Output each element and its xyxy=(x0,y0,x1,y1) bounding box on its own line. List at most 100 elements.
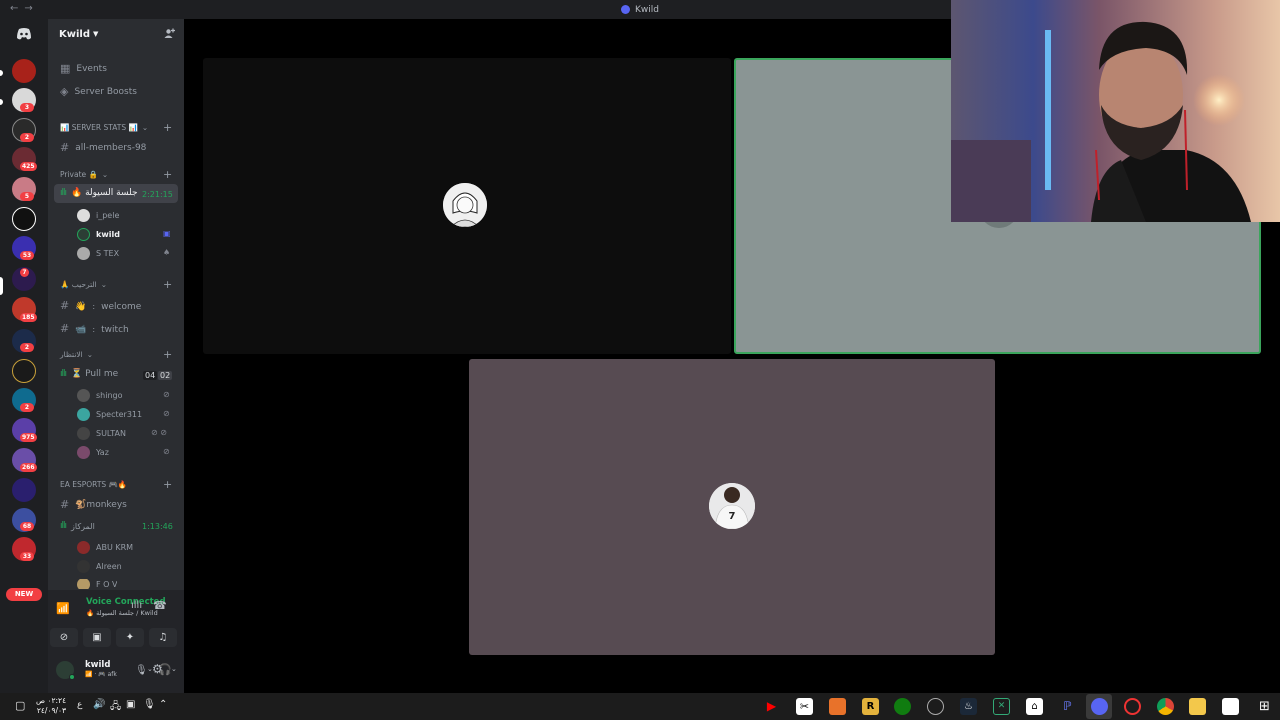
voice-channel-private[interactable]: ıllı 🔥 جلسة السيولة xyxy=(60,188,138,198)
participant-tile[interactable]: 7 xyxy=(469,359,995,655)
participant-avatar xyxy=(443,183,487,227)
server-rail: 3 2 425 5 53 7 185 2 2 975 266 68 33 NEW xyxy=(0,19,48,693)
add-channel-icon[interactable]: + xyxy=(163,478,172,491)
new-pill[interactable]: NEW xyxy=(6,588,42,601)
server-icon[interactable] xyxy=(12,359,36,383)
channel-label: المركاز xyxy=(71,521,95,531)
vlc-icon[interactable] xyxy=(829,698,846,715)
disconnect-icon[interactable]: ☎ xyxy=(153,599,167,612)
steam-icon[interactable]: ♨ xyxy=(960,698,977,715)
xbox-icon[interactable] xyxy=(894,698,911,715)
store-icon[interactable] xyxy=(1222,698,1239,715)
voice-channel-center[interactable]: ıllı المركاز xyxy=(60,521,95,531)
windows-start-icon[interactable]: ⊞ xyxy=(1256,698,1273,715)
server-icon[interactable] xyxy=(12,207,36,231)
language-indicator[interactable]: ع xyxy=(77,700,82,710)
svg-text:7: 7 xyxy=(729,511,736,522)
obs-icon[interactable] xyxy=(1124,698,1141,715)
unread-pip xyxy=(0,70,3,76)
voice-member[interactable]: shingo xyxy=(77,389,123,402)
voice-channel-pull[interactable]: ıllı ⏳ Pull me xyxy=(60,369,118,379)
voice-channel-icon: ıllı xyxy=(60,369,67,379)
server-header[interactable]: Kwild ▼ xyxy=(48,19,184,49)
activities-button[interactable]: ✦ xyxy=(116,628,144,647)
volume-icon[interactable]: 🔊 xyxy=(93,699,105,710)
category-welcome[interactable]: 🙏 الترحيب ⌄ xyxy=(60,280,107,289)
chevron-up-icon[interactable]: ⌃ xyxy=(159,699,167,710)
playstation-icon[interactable]: ℙ xyxy=(1059,698,1076,715)
member-name: Specter311 xyxy=(96,410,143,419)
channel-server-boosts[interactable]: ◈ Server Boosts xyxy=(60,85,137,98)
voice-channel-icon: ıllı xyxy=(60,521,67,531)
channel-welcome[interactable]: # 👋 ﹕ welcome xyxy=(60,299,141,312)
excel-icon[interactable]: ✕ xyxy=(993,698,1010,715)
voice-member[interactable]: S TEX xyxy=(77,247,119,260)
voice-member[interactable]: Yaz xyxy=(77,446,109,459)
category-ea-esports[interactable]: EA ESPORTS 🎮🔥 xyxy=(60,480,127,489)
file-explorer-icon[interactable] xyxy=(1189,698,1206,715)
voice-location[interactable]: 🔥 جلسة السيولة / Kwild xyxy=(86,609,158,617)
member-name: F O V xyxy=(96,579,118,589)
nav-arrows[interactable]: ←→ xyxy=(10,3,39,14)
notifications-icon[interactable]: ▢ xyxy=(15,699,25,712)
add-channel-icon[interactable]: + xyxy=(163,121,172,134)
clock[interactable]: ٠٢:٢٤ ص ٢٤/٠٩/٠٣ xyxy=(36,696,66,716)
member-name: ABU KRM xyxy=(96,543,134,552)
media-player-icon[interactable] xyxy=(927,698,944,715)
channel-monkeys[interactable]: # 🐒monkeys xyxy=(60,498,127,511)
discord-icon[interactable] xyxy=(1091,698,1108,715)
voice-timer: 1:13:46 xyxy=(142,522,173,531)
display-icon[interactable]: ▣ xyxy=(126,699,135,710)
voice-timer: 2:21:15 xyxy=(142,190,173,199)
voice-member[interactable]: i_pele xyxy=(77,209,119,222)
camera-off-button[interactable]: ⊘ xyxy=(50,628,78,647)
member-name: Alreen xyxy=(96,562,122,571)
forward-arrow-icon[interactable]: → xyxy=(24,3,38,14)
chrome-icon[interactable] xyxy=(1157,698,1174,715)
channel-label: 🐒monkeys xyxy=(75,499,127,510)
discord-home-icon[interactable] xyxy=(12,25,36,43)
mention-badge: 266 xyxy=(20,463,37,472)
soundboard-button[interactable]: ♫ xyxy=(149,628,177,647)
username[interactable]: kwild xyxy=(85,660,110,670)
category-wait[interactable]: الانتظار ⌄ xyxy=(60,350,93,359)
muted-mic-icon: ⊘ xyxy=(163,390,170,399)
server-icon[interactable] xyxy=(12,478,36,502)
add-channel-icon[interactable]: + xyxy=(163,348,172,361)
category-label: الانتظار xyxy=(60,350,83,359)
noise-suppression-icon[interactable]: ıllı xyxy=(131,600,142,611)
add-channel-icon[interactable]: + xyxy=(163,168,172,181)
avatar xyxy=(77,446,90,459)
screen-share-button[interactable]: ▣ xyxy=(83,628,111,647)
category-server-stats[interactable]: 📊 SERVER STATS 📊 ⌄ xyxy=(60,123,148,132)
add-channel-icon[interactable]: + xyxy=(163,278,172,291)
voice-member[interactable]: ABU KRM xyxy=(77,541,133,554)
capcut-icon[interactable]: ✂ xyxy=(796,698,813,715)
voice-member[interactable]: SULTAN xyxy=(77,427,126,440)
voice-member-self[interactable]: kwild xyxy=(77,228,120,241)
participant-tile[interactable] xyxy=(203,58,731,354)
voice-member[interactable]: F O V xyxy=(77,579,117,589)
microphone-icon[interactable]: 🎙 xyxy=(143,699,156,710)
taskbar: ▢ ٠٢:٢٤ ص ٢٤/٠٩/٠٣ ع 🔊 🖧 ▣ 🎙 ⌃ ▶ ✂ R ♨ ✕ … xyxy=(0,693,1280,720)
back-arrow-icon[interactable]: ← xyxy=(10,3,24,14)
category-private[interactable]: Private 🔒 ⌄ xyxy=(60,170,108,179)
voice-member[interactable]: Specter311 xyxy=(77,408,142,421)
channel-twitch[interactable]: # 📹 ﹕ twitch xyxy=(60,322,129,335)
unread-pip xyxy=(0,99,3,105)
voice-member[interactable]: Alreen xyxy=(77,560,122,573)
epic-icon[interactable]: ⌂ xyxy=(1026,698,1043,715)
category-label: 🙏 الترحيب xyxy=(60,280,97,289)
category-label: Private 🔒 xyxy=(60,170,98,179)
youtube-icon[interactable]: ▶ xyxy=(763,698,780,715)
settings-gear-icon[interactable]: ⚙ xyxy=(152,662,163,676)
server-icon[interactable] xyxy=(12,59,36,83)
member-name: shingo xyxy=(96,391,123,400)
microphone-icon[interactable]: 🎙 xyxy=(135,665,148,676)
channel-all-members[interactable]: # all-members-98 xyxy=(60,141,146,154)
invite-icon[interactable] xyxy=(164,28,175,42)
chevron-down-icon[interactable]: ⌄ xyxy=(171,665,177,673)
channel-events[interactable]: ▦ Events xyxy=(60,62,107,75)
network-icon[interactable]: 🖧 xyxy=(110,699,121,716)
rockstar-icon[interactable]: R xyxy=(862,698,879,715)
